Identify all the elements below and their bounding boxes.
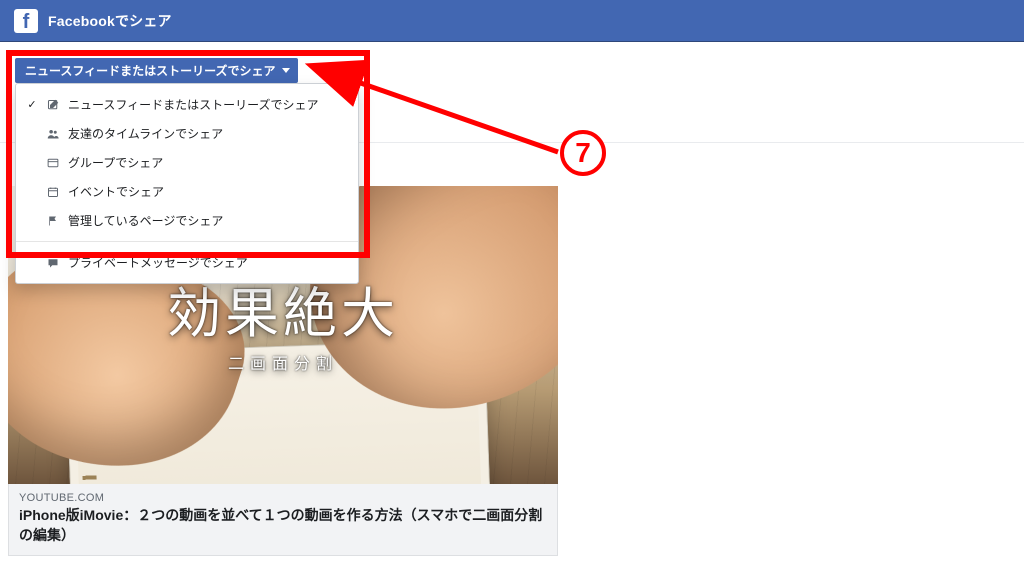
dialog-header: f Facebookでシェア [0,0,1024,42]
menu-item-label: ニュースフィードまたはストーリーズでシェア [68,96,319,113]
menu-item-private-message[interactable]: ✓ プライベートメッセージでシェア [16,248,358,277]
friends-icon [46,128,60,140]
check-icon: ✓ [26,98,38,111]
share-destination-button[interactable]: ニュースフィードまたはストーリーズでシェア [15,58,298,83]
menu-item-friend-timeline[interactable]: ✓ 友達のタイムラインでシェア [16,119,358,148]
menu-item-group[interactable]: ✓ グループでシェア [16,148,358,177]
compose-icon [46,99,60,111]
overlay-sub: 二画面分割 [228,350,338,374]
menu-item-newsfeed-stories[interactable]: ✓ ニュースフィードまたはストーリーズでシェア [16,90,358,119]
menu-item-label: 管理しているページでシェア [68,212,223,229]
link-preview-domain: YOUTUBE.COM [19,492,547,504]
menu-divider [16,241,358,242]
annotation-number-7: 7 [560,130,606,176]
event-icon [46,186,60,198]
link-preview-title: iPhone版iMovie：２つの動画を並べて１つの動画を作る方法（スマホで二画… [19,506,547,545]
caret-down-icon [282,68,290,73]
share-destination-label: ニュースフィードまたはストーリーズでシェア [25,62,276,79]
facebook-logo-icon: f [14,9,38,33]
link-preview-meta: YOUTUBE.COM iPhone版iMovie：２つの動画を並べて１つの動画… [8,484,558,556]
group-icon [46,157,60,169]
share-destination-menu: ✓ ニュースフィードまたはストーリーズでシェア ✓ 友達のタイムラインでシェア … [15,83,359,284]
dialog-title: Facebookでシェア [48,11,172,31]
menu-item-label: プライベートメッセージでシェア [68,254,248,271]
menu-item-label: グループでシェア [68,154,163,171]
menu-item-label: イベントでシェア [68,183,164,200]
menu-item-event[interactable]: ✓ イベントでシェア [16,177,358,206]
menu-item-managed-page[interactable]: ✓ 管理しているページでシェア [16,206,358,235]
menu-item-label: 友達のタイムラインでシェア [68,125,223,142]
message-icon [46,257,60,269]
flag-icon [46,215,60,227]
